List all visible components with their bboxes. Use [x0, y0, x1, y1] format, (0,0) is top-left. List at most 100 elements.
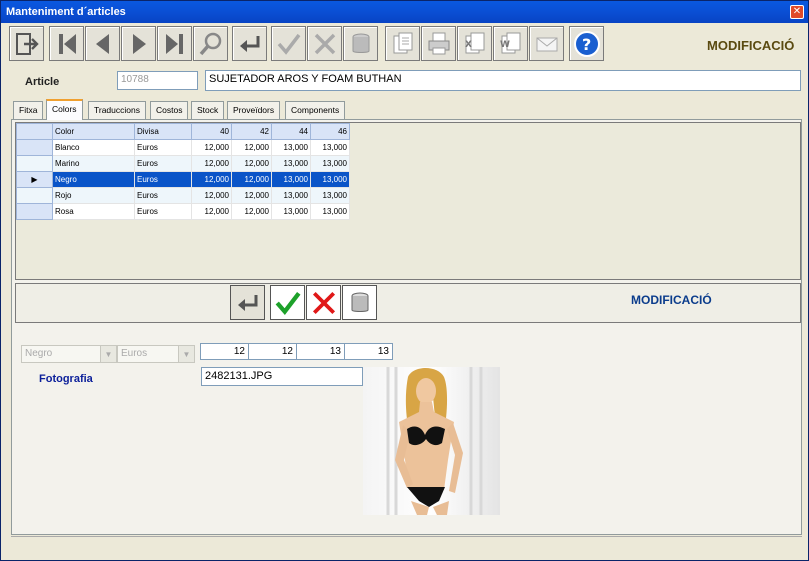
cell-size-42[interactable]: 12,000 — [231, 155, 272, 172]
close-icon[interactable]: ✕ — [790, 5, 804, 19]
edit-delete-button[interactable] — [342, 285, 377, 320]
column-header-size-40[interactable]: 40 — [191, 123, 232, 140]
cell-color[interactable]: Blanco — [52, 139, 135, 156]
edit-cancel-button[interactable] — [306, 285, 341, 320]
table-row[interactable]: Rojo Euros 12,000 12,000 13,000 13,000 — [16, 187, 350, 204]
column-header-divisa[interactable]: Divisa — [134, 123, 192, 140]
row-indicator[interactable] — [16, 155, 53, 172]
cell-size-40[interactable]: 12,000 — [191, 187, 232, 204]
size-42-input[interactable]: 12 — [248, 343, 297, 360]
cell-size-44[interactable]: 13,000 — [271, 139, 311, 156]
tab-components[interactable]: Components — [285, 101, 346, 119]
column-header-size-46[interactable]: 46 — [310, 123, 350, 140]
chevron-down-icon[interactable]: ▼ — [100, 346, 116, 362]
delete-button[interactable] — [343, 26, 378, 61]
svg-text:?: ? — [582, 35, 591, 54]
last-record-button[interactable] — [157, 26, 192, 61]
cell-size-46[interactable]: 13,000 — [310, 139, 350, 156]
confirm-button[interactable] — [271, 26, 306, 61]
cell-size-40[interactable]: 12,000 — [191, 155, 232, 172]
table-row[interactable]: Blanco Euros 12,000 12,000 13,000 13,000 — [16, 139, 350, 156]
edit-confirm-button[interactable] — [270, 285, 305, 320]
column-header-size-44[interactable]: 44 — [271, 123, 311, 140]
cell-size-44[interactable]: 13,000 — [271, 171, 311, 188]
confirm-icon — [277, 33, 300, 55]
divisa-select[interactable]: Euros ▼ — [117, 345, 195, 363]
size-44-input[interactable]: 13 — [296, 343, 345, 360]
next-record-button[interactable] — [121, 26, 156, 61]
excel-button[interactable]: X — [457, 26, 492, 61]
row-indicator[interactable] — [16, 203, 53, 220]
colors-grid[interactable]: Color Divisa 40 42 44 46 Blanco Euros 12… — [15, 122, 801, 280]
tab-costos[interactable]: Costos — [150, 101, 189, 119]
article-description-field[interactable]: SUJETADOR AROS Y FOAM BUTHAN — [205, 70, 801, 91]
edit-return-button[interactable] — [230, 285, 265, 320]
cell-divisa[interactable]: Euros — [134, 155, 192, 172]
tab-fitxa[interactable]: Fitxa — [13, 101, 44, 119]
color-select[interactable]: Negro ▼ — [21, 345, 117, 363]
cell-color[interactable]: Rojo — [52, 187, 135, 204]
cell-size-40[interactable]: 12,000 — [191, 171, 232, 188]
article-code-field[interactable]: 10788 — [117, 71, 198, 90]
bottom-divider — [11, 536, 802, 537]
cell-size-40[interactable]: 12,000 — [191, 203, 232, 220]
cell-divisa[interactable]: Euros — [134, 187, 192, 204]
table-row[interactable]: Marino Euros 12,000 12,000 13,000 13,000 — [16, 155, 350, 172]
column-header-size-42[interactable]: 42 — [231, 123, 272, 140]
exit-icon — [15, 32, 39, 55]
cell-color[interactable]: Marino — [52, 155, 135, 172]
size-46-input[interactable]: 13 — [344, 343, 393, 360]
product-photo — [363, 367, 500, 515]
row-pointer-icon[interactable]: ▶ — [16, 171, 53, 188]
cell-size-46[interactable]: 13,000 — [310, 155, 350, 172]
cell-size-46[interactable]: 13,000 — [310, 171, 350, 188]
email-button[interactable] — [529, 26, 564, 61]
size-40-input[interactable]: 12 — [200, 343, 249, 360]
tab-colors[interactable]: Colors — [46, 99, 83, 120]
cell-color[interactable]: Negro — [52, 171, 135, 188]
cell-size-44[interactable]: 13,000 — [271, 187, 311, 204]
cell-size-46[interactable]: 13,000 — [310, 187, 350, 204]
mode-label-toolbar: MODIFICACIÓ — [707, 38, 795, 53]
cell-size-42[interactable]: 12,000 — [231, 139, 272, 156]
search-button[interactable] — [193, 26, 228, 61]
last-record-icon — [165, 33, 183, 54]
word-button[interactable]: W — [493, 26, 528, 61]
cell-divisa[interactable]: Euros — [134, 203, 192, 220]
cell-size-44[interactable]: 13,000 — [271, 155, 311, 172]
print-button[interactable] — [421, 26, 456, 61]
colors-table: Color Divisa 40 42 44 46 Blanco Euros 12… — [16, 123, 350, 220]
title-bar[interactable]: Manteniment d´articles ✕ — [1, 1, 808, 23]
tab-proveidors[interactable]: Proveïdors — [227, 101, 281, 119]
table-row[interactable]: Rosa Euros 12,000 12,000 13,000 13,000 — [16, 203, 350, 220]
column-header-color[interactable]: Color — [52, 123, 135, 140]
table-header-row: Color Divisa 40 42 44 46 — [16, 123, 350, 140]
word-icon: W — [500, 32, 520, 53]
exit-button[interactable] — [9, 26, 44, 61]
cell-size-40[interactable]: 12,000 — [191, 139, 232, 156]
cell-divisa[interactable]: Euros — [134, 171, 192, 188]
cell-size-42[interactable]: 12,000 — [231, 171, 272, 188]
cancel-button[interactable] — [307, 26, 342, 61]
foto-filename-field[interactable]: 2482131.JPG — [201, 367, 363, 386]
table-row-selected[interactable]: ▶ Negro Euros 12,000 12,000 13,000 13,00… — [16, 171, 350, 188]
help-button[interactable]: ? — [569, 26, 604, 61]
return-button[interactable] — [232, 26, 267, 61]
row-indicator[interactable] — [16, 139, 53, 156]
cell-size-44[interactable]: 13,000 — [271, 203, 311, 220]
chevron-down-icon[interactable]: ▼ — [178, 346, 194, 362]
cell-size-42[interactable]: 12,000 — [231, 187, 272, 204]
confirm-icon — [275, 291, 300, 315]
tab-traduccions[interactable]: Traduccions — [88, 101, 146, 119]
cell-color[interactable]: Rosa — [52, 203, 135, 220]
first-record-icon — [58, 33, 76, 54]
tab-stock[interactable]: Stock — [191, 101, 225, 119]
report-button[interactable] — [385, 26, 420, 61]
first-record-button[interactable] — [49, 26, 84, 61]
cell-size-46[interactable]: 13,000 — [310, 203, 350, 220]
color-select-value: Negro — [25, 348, 53, 359]
cell-divisa[interactable]: Euros — [134, 139, 192, 156]
previous-record-button[interactable] — [85, 26, 120, 61]
row-indicator[interactable] — [16, 187, 53, 204]
cell-size-42[interactable]: 12,000 — [231, 203, 272, 220]
